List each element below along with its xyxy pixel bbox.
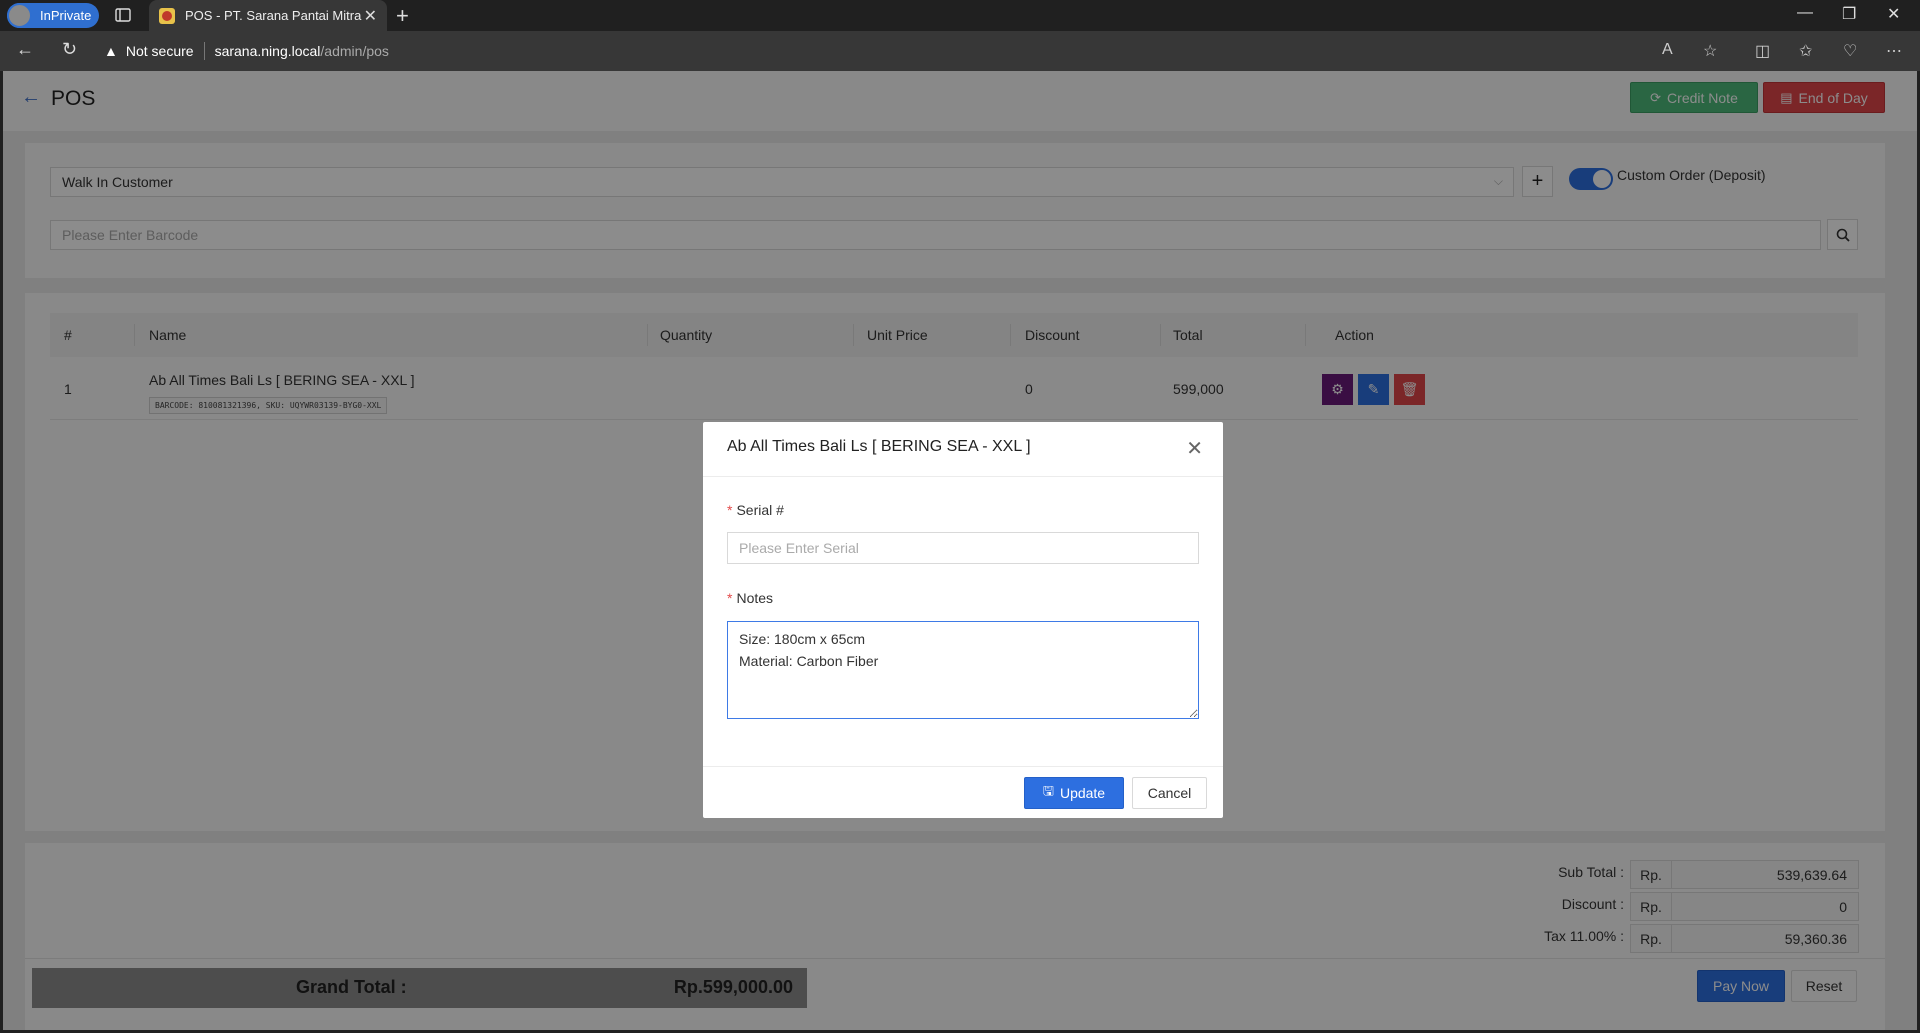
url-field[interactable]: ▲ Not secure sarana.ning.local /admin/po… bbox=[104, 36, 1604, 66]
update-label: Update bbox=[1059, 785, 1106, 801]
required-marker: * bbox=[727, 502, 733, 518]
browser-tab-active[interactable]: POS - PT. Sarana Pantai Mitra Se ✕ bbox=[149, 0, 387, 31]
profile-avatar bbox=[7, 3, 32, 28]
back-icon[interactable]: ← bbox=[16, 39, 34, 60]
browser-essentials-icon[interactable]: ♡ bbox=[1843, 41, 1857, 61]
notes-textarea[interactable]: Size: 180cm x 65cm Material: Carbon Fibe… bbox=[727, 621, 1199, 719]
pos-page: ← POS ⟳ Credit Note ▤ End of Day Walk In… bbox=[3, 71, 1917, 1030]
tab-actions-icon[interactable] bbox=[114, 6, 134, 26]
edit-item-modal: Ab All Times Bali Ls [ BERING SEA - XXL … bbox=[703, 422, 1223, 818]
cancel-button[interactable]: Cancel bbox=[1132, 777, 1207, 809]
favorite-star-icon[interactable]: ☆ bbox=[1703, 41, 1717, 61]
update-button[interactable]: 🖫 Update bbox=[1024, 777, 1124, 809]
url-host: sarana.ning.local bbox=[214, 43, 321, 59]
security-status: Not secure bbox=[125, 43, 194, 59]
save-icon: 🖫 bbox=[1042, 783, 1054, 798]
restore-icon[interactable]: ❐ bbox=[1842, 4, 1856, 24]
notes-field-label: * Notes bbox=[727, 590, 773, 606]
inprivate-label: InPrivate bbox=[40, 8, 92, 23]
tab-close-icon[interactable]: ✕ bbox=[364, 6, 377, 26]
warning-icon: ▲ bbox=[104, 43, 118, 59]
favorites-icon[interactable]: ✩ bbox=[1799, 41, 1812, 61]
split-screen-icon[interactable]: ◫ bbox=[1755, 41, 1770, 61]
new-tab-icon[interactable]: + bbox=[396, 3, 409, 29]
browser-tab-bar: InPrivate POS - PT. Sarana Pantai Mitra … bbox=[0, 0, 1920, 31]
modal-header-divider bbox=[703, 476, 1223, 477]
address-divider bbox=[203, 42, 205, 60]
serial-field-label: * Serial # bbox=[727, 502, 784, 518]
read-aloud-icon[interactable]: A bbox=[1662, 41, 1673, 59]
required-marker: * bbox=[727, 590, 733, 606]
close-icon[interactable]: ✕ bbox=[1186, 436, 1203, 461]
refresh-icon[interactable]: ↻ bbox=[62, 39, 77, 60]
notes-label: Notes bbox=[736, 590, 774, 606]
close-window-icon[interactable]: ✕ bbox=[1887, 4, 1900, 24]
serial-label: Serial # bbox=[736, 502, 784, 518]
more-menu-icon[interactable]: ⋯ bbox=[1886, 41, 1902, 61]
tab-title: POS - PT. Sarana Pantai Mitra Se bbox=[185, 8, 365, 23]
inprivate-badge[interactable]: InPrivate bbox=[7, 3, 99, 28]
address-bar: ← ↻ ▲ Not secure sarana.ning.local /admi… bbox=[0, 31, 1920, 71]
url-path: /admin/pos bbox=[320, 43, 389, 59]
site-favicon-icon bbox=[159, 7, 175, 24]
modal-footer-divider bbox=[703, 766, 1223, 767]
serial-input[interactable] bbox=[727, 532, 1199, 564]
minimize-icon[interactable]: — bbox=[1797, 4, 1813, 22]
modal-title: Ab All Times Bali Ls [ BERING SEA - XXL … bbox=[727, 438, 1031, 455]
